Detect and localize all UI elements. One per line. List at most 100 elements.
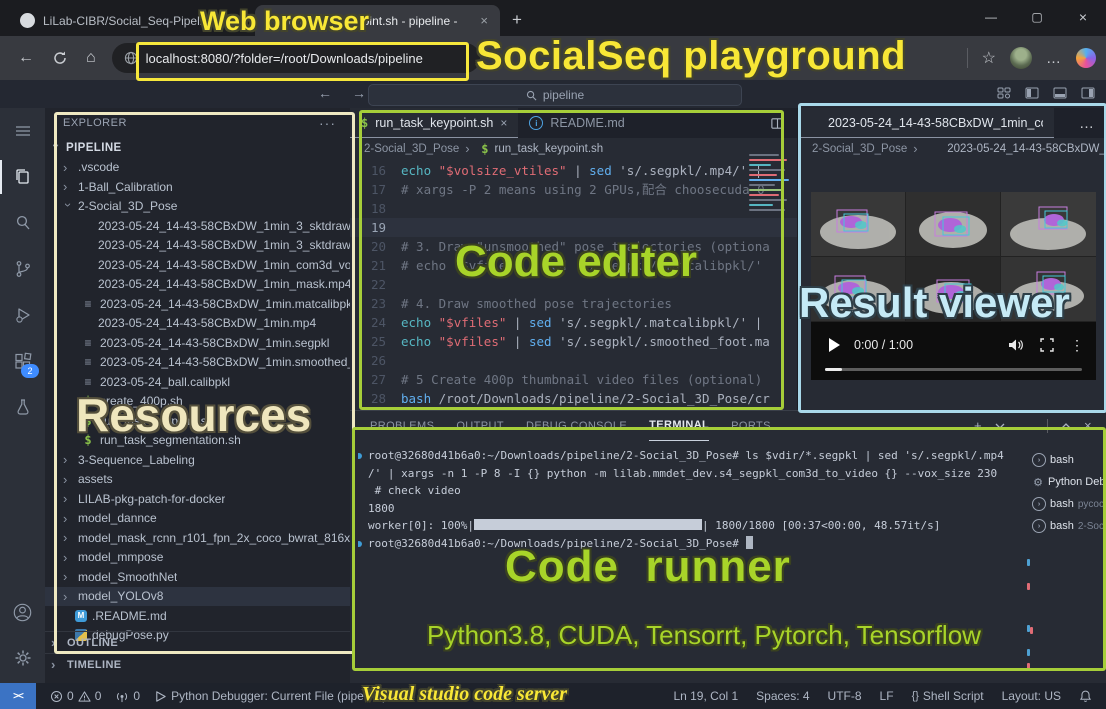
url-bar[interactable]: localhost:8080/?folder=/root/Downloads/p…	[112, 43, 480, 73]
new-tab-button[interactable]: +	[500, 10, 536, 36]
history-forward-icon[interactable]: →	[352, 85, 366, 101]
viewer-more-actions-icon[interactable]: …	[1079, 115, 1095, 132]
terminal-list-item[interactable]: ›bashpycoco...	[1032, 493, 1104, 515]
explorer-item[interactable]: ≡2023-05-24_14-43-58CBxDW_1min.matcalibp…	[45, 294, 350, 314]
explorer-item[interactable]: ›1-Ball_Calibration	[45, 177, 350, 197]
account-icon[interactable]	[0, 589, 45, 635]
code-editor[interactable]: 16echo "$volsize_vtiles" | sed 's/.segpk…	[350, 161, 797, 408]
run-debug-icon[interactable]	[0, 292, 45, 338]
panel-tab-output[interactable]: OUTPUT	[456, 411, 504, 440]
viewer-breadcrumb[interactable]: 2-Social_3D_Pose › 2023-05-24_14-43-58CB…	[798, 138, 1106, 159]
profile-avatar[interactable]	[1010, 47, 1032, 69]
explorer-item[interactable]: ›model_dannce	[45, 509, 350, 529]
maximize-panel-icon[interactable]	[1061, 422, 1071, 430]
language-mode[interactable]: {} Shell Script	[912, 689, 984, 703]
close-tab-icon[interactable]: ×	[478, 13, 490, 28]
explorer-icon[interactable]	[0, 154, 45, 200]
copilot-icon[interactable]	[1076, 48, 1096, 68]
toggle-panel-icon[interactable]	[1052, 85, 1068, 101]
fullscreen-icon[interactable]	[1040, 338, 1054, 352]
explorer-item[interactable]: ›3-Sequence_Labeling	[45, 450, 350, 470]
maximize-button[interactable]: ▢	[1014, 10, 1060, 24]
terminal-list-item[interactable]: ⚙Python Deb...	[1032, 471, 1104, 493]
history-back-icon[interactable]: ←	[318, 85, 332, 101]
close-editor-icon[interactable]: ×	[500, 116, 507, 130]
menu-icon[interactable]	[0, 108, 45, 154]
browser-menu-icon[interactable]: …	[1046, 50, 1062, 67]
close-panel-icon[interactable]: ×	[1084, 418, 1092, 433]
home-icon[interactable]: ⌂	[86, 49, 96, 67]
explorer-item[interactable]: ›model_mmpose	[45, 548, 350, 568]
explorer-item[interactable]: 2023-05-24_14-43-58CBxDW_1min.mp4	[45, 314, 350, 334]
explorer-item[interactable]: 2023-05-24_14-43-58CBxDW_1min_3_sktdraw_…	[45, 236, 350, 256]
outline-section[interactable]: › OUTLINE	[45, 631, 350, 653]
panel-more-actions-icon[interactable]: …	[1018, 417, 1034, 434]
split-editor-icon[interactable]	[770, 116, 785, 131]
debugger-status[interactable]: Python Debugger: Current File (pipeline)	[154, 689, 386, 703]
bell-icon[interactable]	[1079, 689, 1092, 703]
explorer-item[interactable]: 2023-05-24_14-43-58CBxDW_1min_com3d_vol2…	[45, 255, 350, 275]
kebab-menu-icon[interactable]: ⋮	[1070, 337, 1084, 354]
explorer-item[interactable]: 2023-05-24_14-43-58CBxDW_1min_3_sktdraw_…	[45, 216, 350, 236]
eol[interactable]: LF	[880, 689, 894, 703]
toggle-secondary-sidebar-icon[interactable]	[1080, 85, 1096, 101]
minimap[interactable]	[749, 154, 793, 226]
testing-icon[interactable]	[0, 384, 45, 430]
close-window-button[interactable]: ×	[1060, 9, 1106, 25]
encoding[interactable]: UTF-8	[828, 689, 862, 703]
explorer-item[interactable]: ›2-Social_3D_Pose	[45, 197, 350, 217]
browser-tab-github[interactable]: LiLab-CIBR/Social_Seq-Pipeline-P ×	[10, 5, 255, 36]
source-control-icon[interactable]	[0, 246, 45, 292]
explorer-item[interactable]: $create_400p.sh	[45, 392, 350, 412]
panel-tab-debug-console[interactable]: DEBUG CONSOLE	[526, 411, 627, 440]
editor-tab-run-task-keypoint[interactable]: $ run_task_keypoint.sh ×	[350, 108, 518, 138]
explorer-item[interactable]: ›model_SmoothNet	[45, 567, 350, 587]
minimize-button[interactable]: —	[968, 10, 1014, 24]
explorer-item[interactable]: $run_task_segmentation.sh	[45, 431, 350, 451]
remote-indicator[interactable]: ><	[0, 683, 36, 709]
viewer-tab-video[interactable]: 2023-05-24_14-43-58CBxDW_1min_com3d_v...	[798, 108, 1054, 138]
panel-tab-problems[interactable]: PROBLEMS	[370, 411, 434, 440]
terminal[interactable]: root@32680d41b6a0:~/Downloads/pipeline/2…	[358, 447, 1028, 684]
play-icon[interactable]	[829, 338, 840, 352]
extensions-icon[interactable]: 2	[0, 338, 45, 384]
explorer-item[interactable]: ≡2023-05-24_14-43-58CBxDW_1min.smoothed_…	[45, 353, 350, 373]
editor-tab-readme[interactable]: i README.md	[518, 108, 635, 138]
explorer-item[interactable]: ›model_YOLOv8	[45, 587, 350, 607]
timeline-section[interactable]: › TIMELINE	[45, 653, 350, 675]
browser-tab-code-server[interactable]: C▪ run_task_keypoint.sh - pipeline - ×	[255, 5, 500, 36]
explorer-item[interactable]: ≡2023-05-24_ball.calibpkl	[45, 372, 350, 392]
search-icon[interactable]	[0, 200, 45, 246]
toggle-sidebar-icon[interactable]	[1024, 85, 1040, 101]
explorer-item[interactable]: $run_task_keypoint.sh	[45, 411, 350, 431]
explorer-item[interactable]: ›model_mask_rcnn_r101_fpn_2x_coco_bwrat_…	[45, 528, 350, 548]
terminal-list-item[interactable]: ›bash	[1032, 449, 1104, 471]
terminal-list-item[interactable]: ›bash2-Soci...	[1032, 515, 1104, 537]
video-progress-bar[interactable]	[825, 368, 1082, 371]
panel-tab-terminal[interactable]: TERMINAL	[649, 411, 709, 441]
ports-status[interactable]: 0	[115, 689, 140, 703]
keyboard-layout[interactable]: Layout: US	[1002, 689, 1061, 703]
command-center[interactable]: pipeline	[368, 84, 742, 106]
close-tab-icon[interactable]: ×	[233, 13, 245, 28]
explorer-item[interactable]: ›LILAB-pkg-patch-for-docker	[45, 489, 350, 509]
back-icon[interactable]: ←	[18, 49, 34, 67]
chevron-down-icon[interactable]	[995, 422, 1005, 430]
explorer-item[interactable]: ›.vscode	[45, 158, 350, 178]
explorer-item[interactable]: M.README.md	[45, 606, 350, 626]
cursor-position[interactable]: Ln 19, Col 1	[673, 689, 738, 703]
favorites-icon[interactable]: ☆	[982, 48, 996, 68]
volume-icon[interactable]	[1008, 338, 1024, 352]
customize-layout-icon[interactable]	[996, 85, 1012, 101]
problems-status[interactable]: 0 0	[50, 689, 101, 703]
explorer-item[interactable]: ≡2023-05-24_14-43-58CBxDW_1min.segpkl	[45, 333, 350, 353]
explorer-item[interactable]: ›PIPELINE	[45, 138, 350, 158]
settings-gear-icon[interactable]	[0, 635, 45, 681]
reload-icon[interactable]	[52, 50, 68, 66]
indentation[interactable]: Spaces: 4	[756, 689, 809, 703]
explorer-item[interactable]: ›assets	[45, 470, 350, 490]
explorer-more-actions-icon[interactable]: ···	[319, 115, 336, 131]
panel-tab-ports[interactable]: PORTS	[731, 411, 771, 440]
new-terminal-icon[interactable]: +	[974, 418, 982, 433]
explorer-item[interactable]: 2023-05-24_14-43-58CBxDW_1min_mask.mp4	[45, 275, 350, 295]
